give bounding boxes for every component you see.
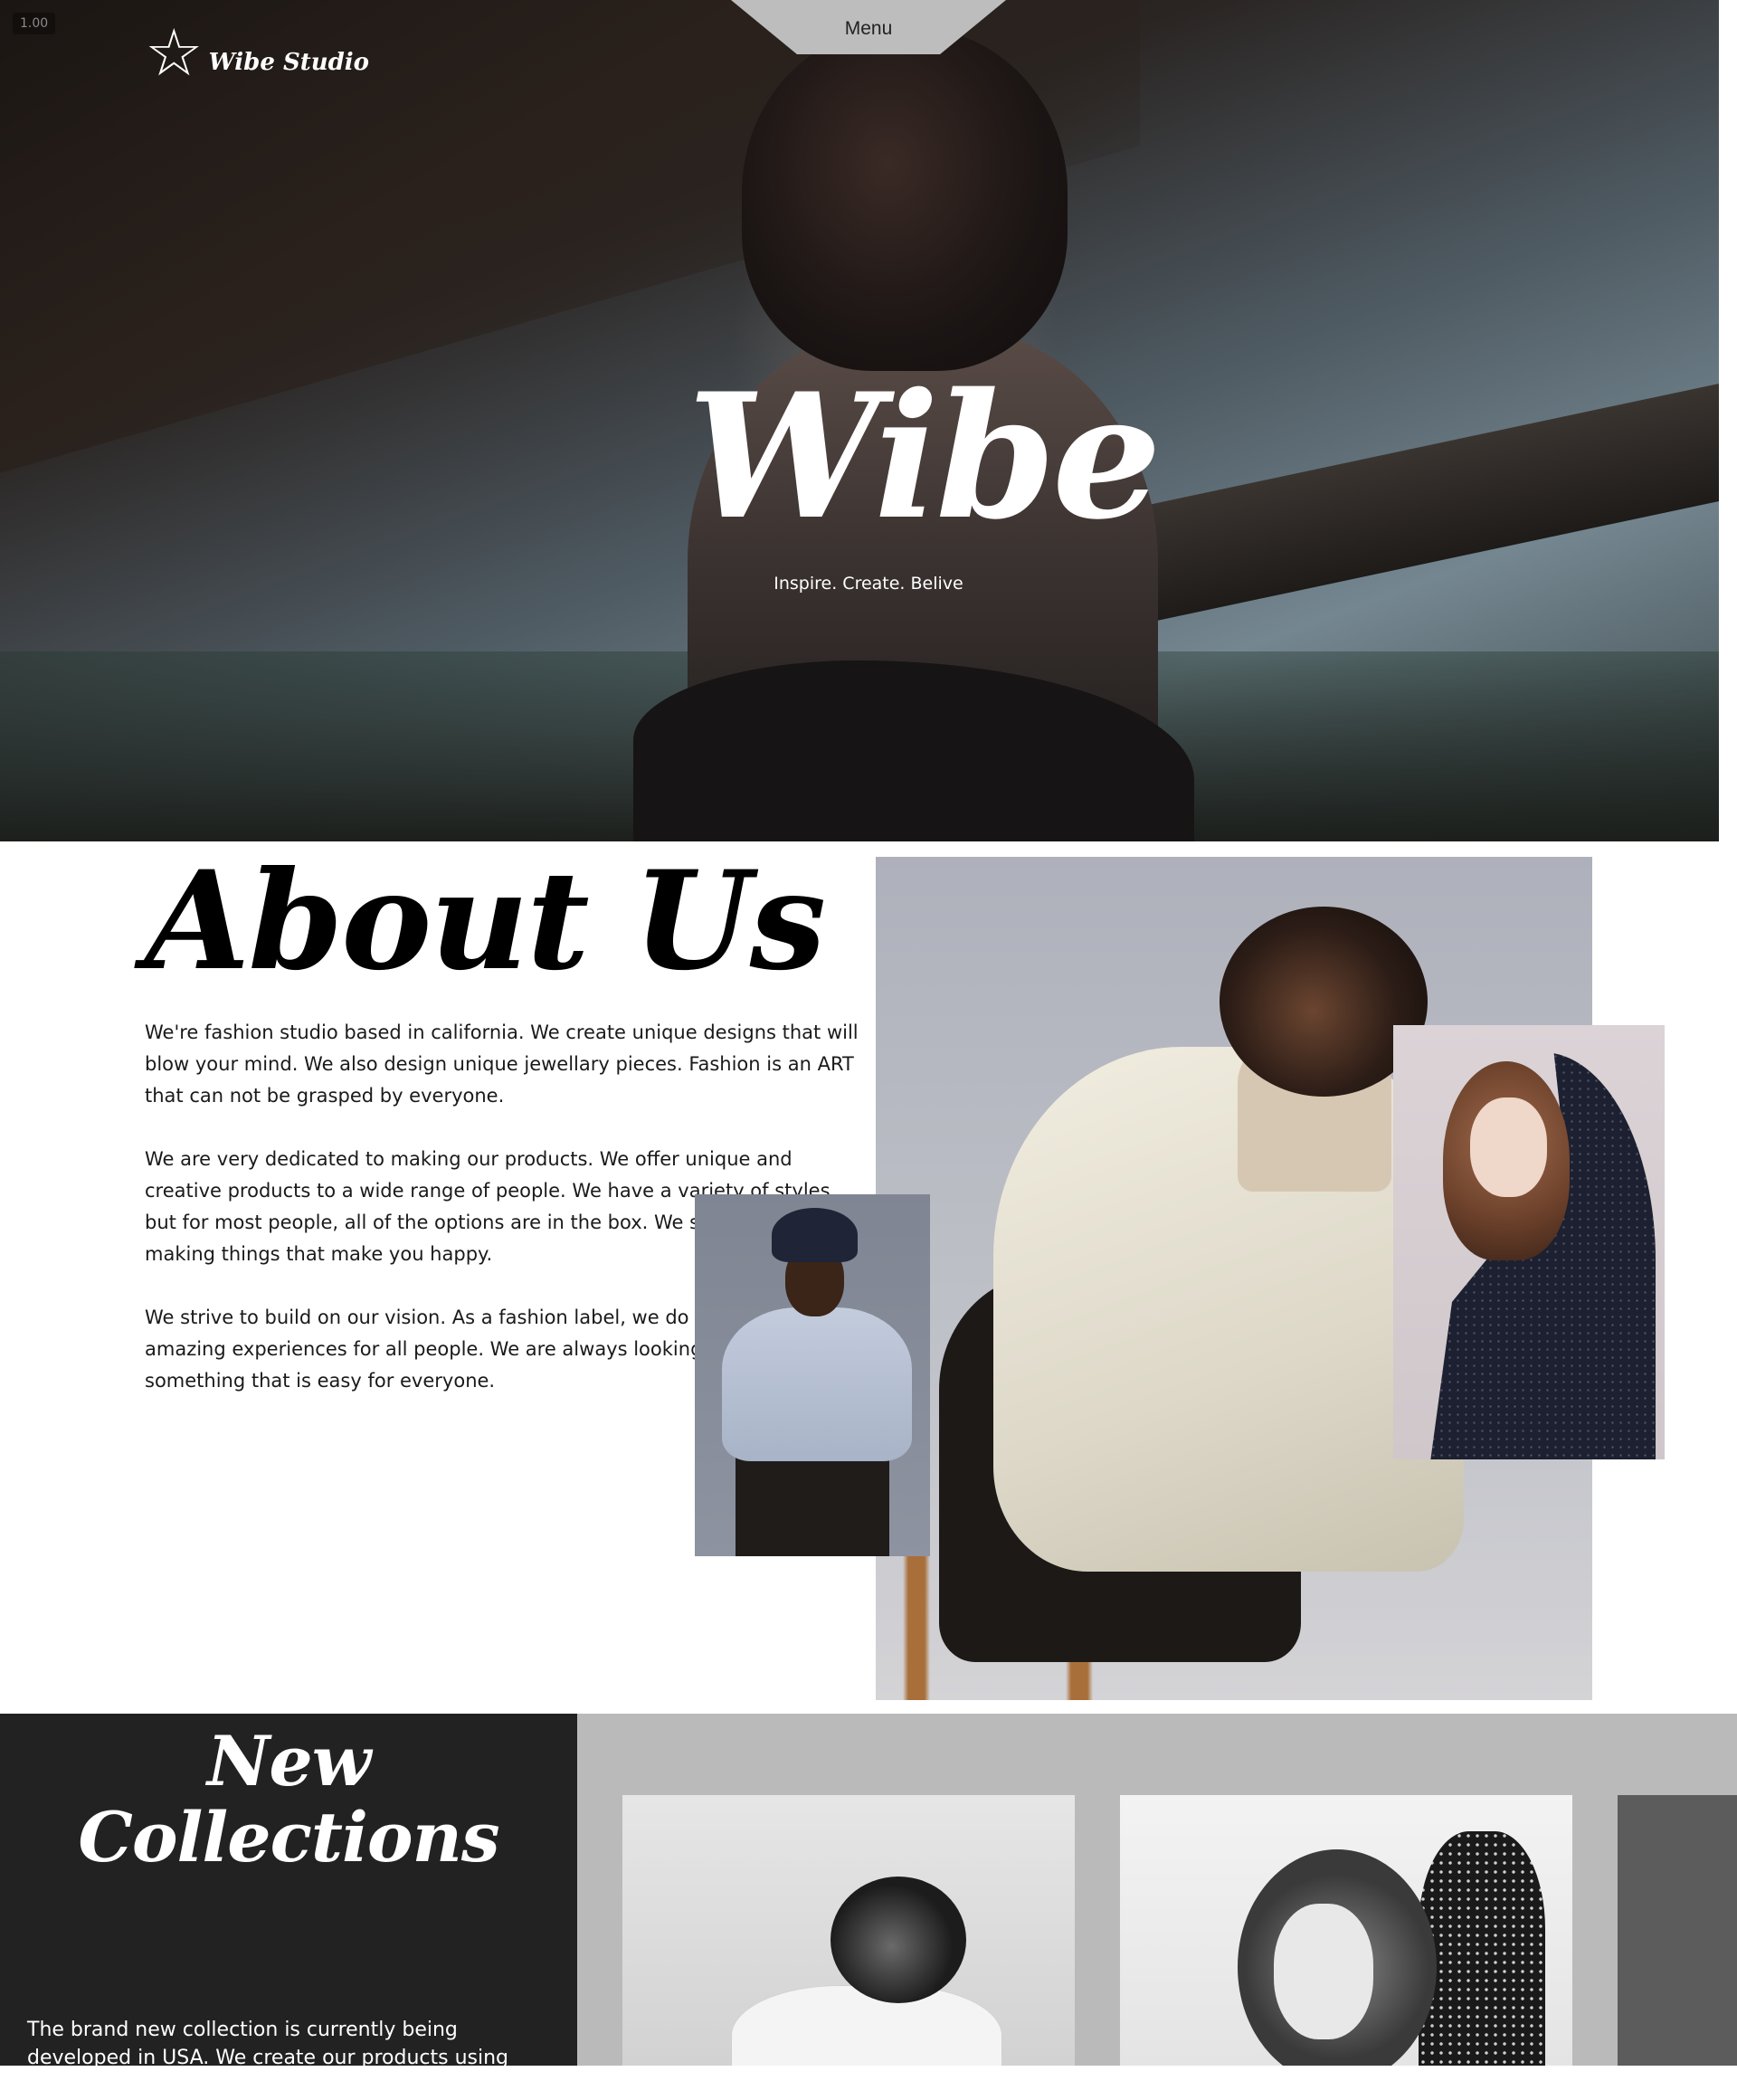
- menu-button[interactable]: Menu: [731, 0, 1006, 54]
- collections-description: The brand new collection is currently be…: [27, 2019, 509, 2097]
- about-photo-woman: [1393, 1025, 1665, 1459]
- hero-model-head: [742, 27, 1068, 371]
- polka-dress-shape: [1419, 1831, 1545, 2066]
- collection-card-3[interactable]: [1618, 1795, 1737, 2066]
- collection-card-2[interactable]: [1120, 1795, 1572, 2066]
- version-badge: 1.00: [13, 13, 56, 34]
- hero-tagline: Inspire. Create. Belive: [774, 574, 963, 594]
- logo-text: Wibe Studio: [208, 49, 370, 76]
- hero-background-platform: [1140, 372, 1719, 624]
- collection-card-1[interactable]: [622, 1795, 1075, 2066]
- head-shape: [831, 1877, 966, 2003]
- hero-title: Wibe: [688, 356, 1162, 557]
- bucket-hat-shape: [772, 1208, 858, 1262]
- collections-title: New Collections: [78, 1721, 499, 1877]
- star-outline-icon: ☆: [145, 14, 204, 90]
- face-shape: [1470, 1098, 1547, 1197]
- about-photo-man-hat: [695, 1194, 930, 1556]
- face-shape: [1274, 1904, 1373, 2039]
- about-paragraph-1: We're fashion studio based in california…: [145, 1021, 859, 1107]
- logo-link[interactable]: ☆ Wibe Studio: [145, 20, 369, 85]
- pants-shape: [736, 1452, 889, 1556]
- jacket-shape: [731, 1985, 1002, 2066]
- sweater-shape: [722, 1307, 912, 1461]
- about-title: About Us: [145, 841, 826, 1001]
